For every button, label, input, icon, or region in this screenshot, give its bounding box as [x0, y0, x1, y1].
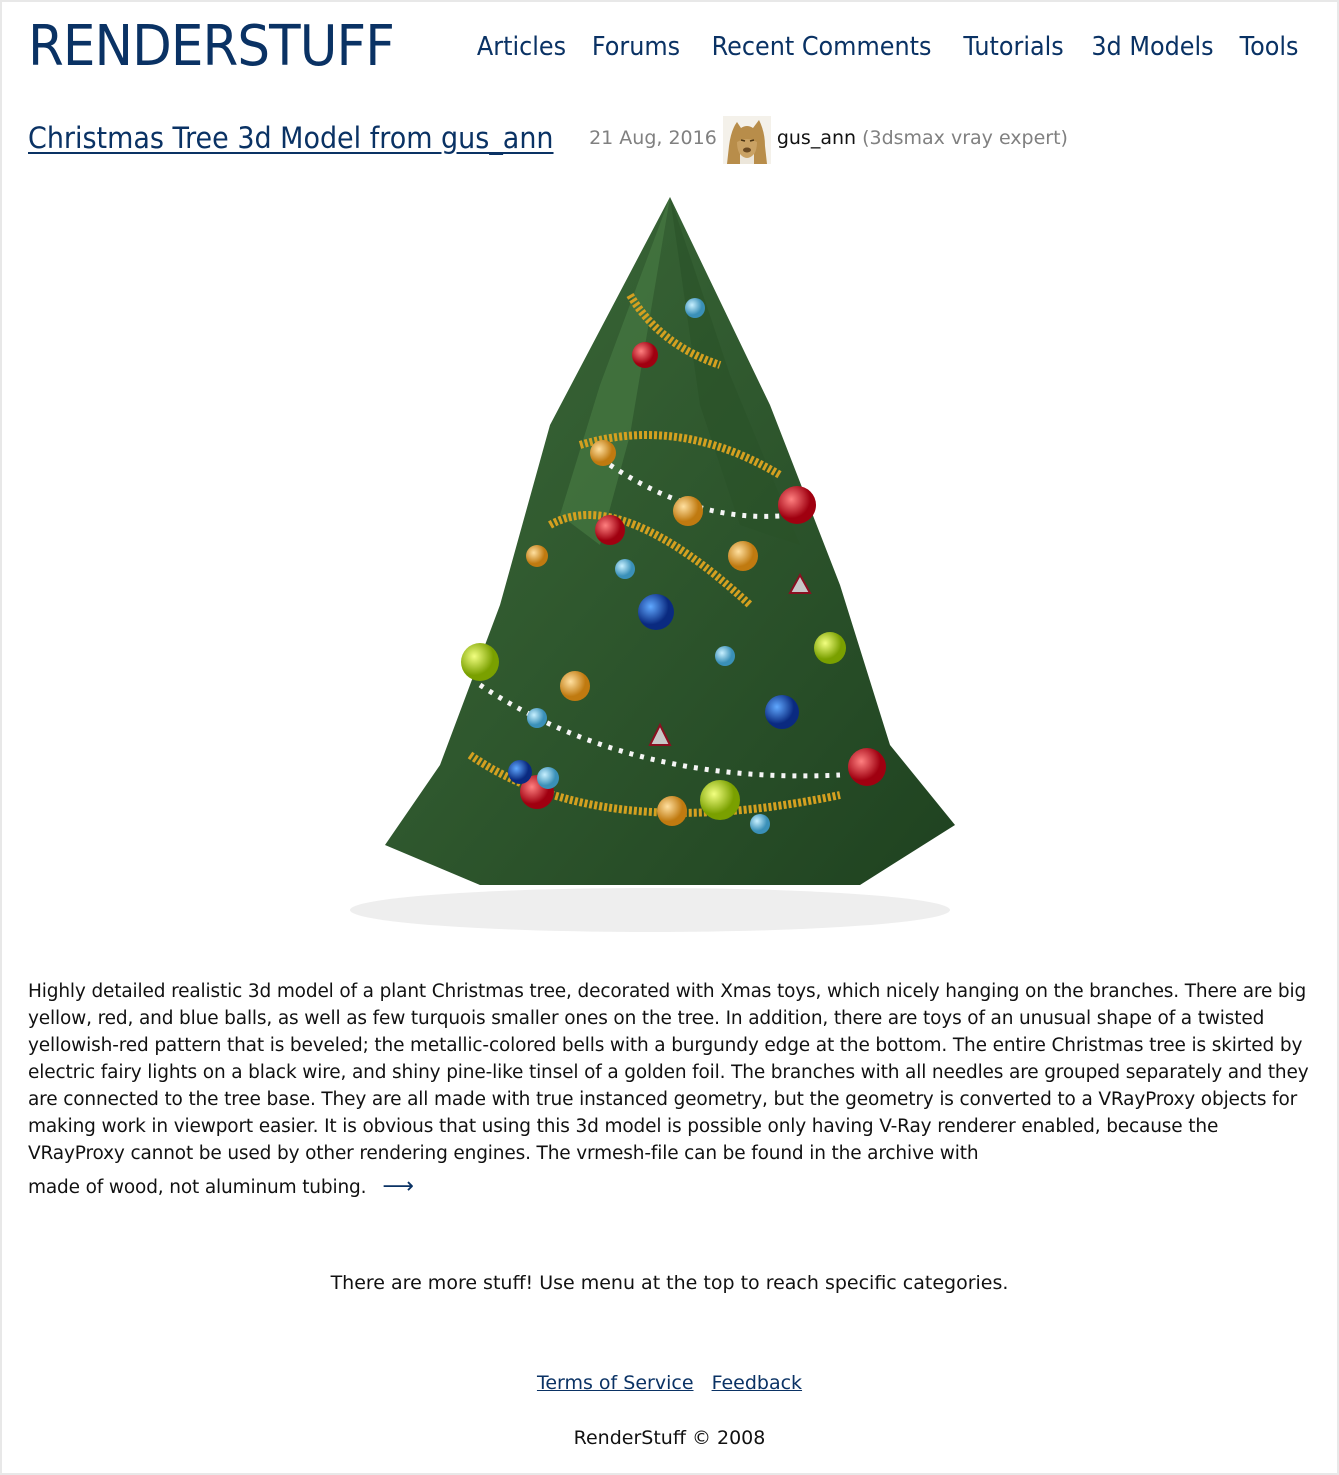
nav-forums[interactable]: Forums [592, 30, 680, 64]
post-description: Highly detailed realistic 3d model of a … [28, 978, 1318, 1201]
christmas-tree-image[interactable] [300, 185, 990, 945]
terms-of-service-link[interactable]: Terms of Service [537, 1372, 694, 1394]
read-more-arrow-icon[interactable]: ⟶ [382, 1174, 414, 1199]
post-date: 21 Aug, 2016 [589, 127, 717, 149]
nav-tutorials[interactable]: Tutorials [963, 30, 1063, 64]
description-tail-text: made of wood, not aluminum tubing. [28, 1177, 367, 1198]
description-text: Highly detailed realistic 3d model of a … [28, 981, 1309, 1164]
author-role: (3dsmax vray expert) [862, 127, 1068, 149]
main-nav: Articles Forums Recent Comments Tutorial… [473, 30, 1301, 64]
feedback-link[interactable]: Feedback [712, 1372, 802, 1394]
nav-tools[interactable]: Tools [1240, 30, 1299, 64]
post-title-link[interactable]: Christmas Tree 3d Model from gus_ann [28, 121, 554, 155]
author-link[interactable]: gus_ann [777, 127, 856, 149]
nav-articles[interactable]: Articles [477, 30, 566, 64]
post-header: Christmas Tree 3d Model from gus_ann 21 … [28, 114, 1068, 164]
nav-3d-models[interactable]: 3d Models [1091, 30, 1213, 64]
site-logo[interactable]: RENDERSTUFF [28, 14, 395, 80]
cougar-avatar-icon[interactable] [722, 116, 771, 164]
footer-links: Terms of Service Feedback [0, 1372, 1339, 1394]
description-tail: made of wood, not aluminum tubing. ⟶ [28, 1173, 1318, 1201]
copyright: RenderStuff © 2008 [573, 1427, 766, 1449]
nav-recent-comments[interactable]: Recent Comments [711, 30, 931, 64]
more-stuff-notice: There are more stuff! Use menu at the to… [330, 1272, 1009, 1294]
